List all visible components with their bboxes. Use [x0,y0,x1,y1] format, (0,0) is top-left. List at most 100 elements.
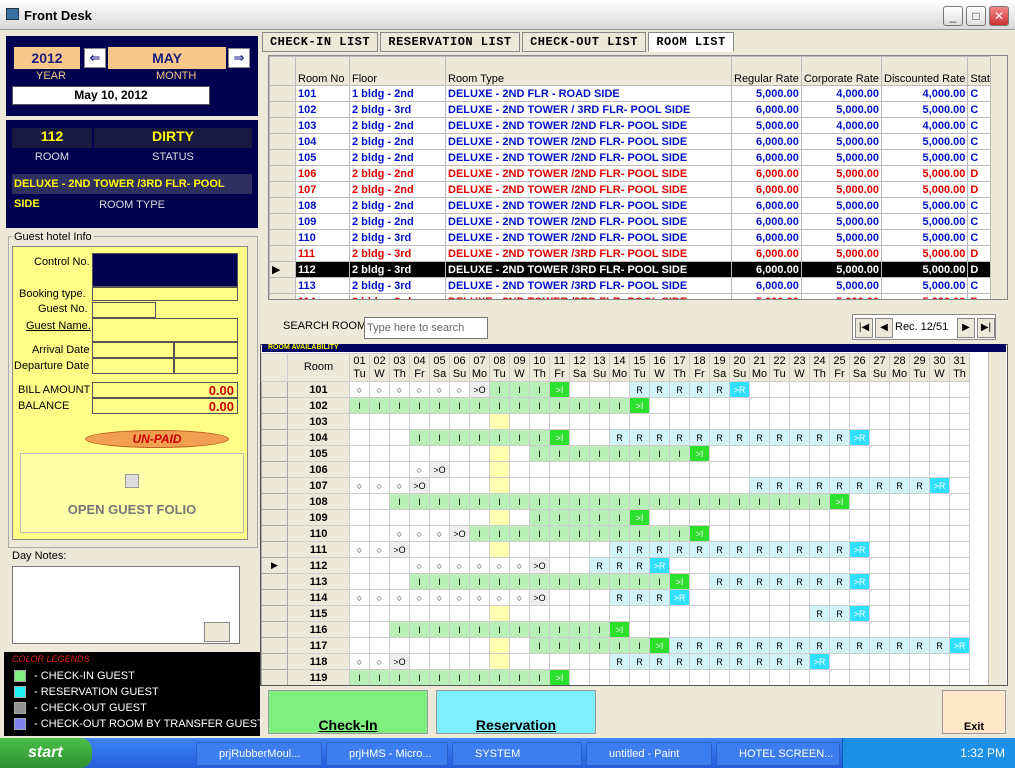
row-selector[interactable] [269,101,296,118]
availability-cell[interactable] [649,413,670,430]
control-no-field[interactable] [92,253,238,287]
availability-cell[interactable] [429,653,450,670]
room-row[interactable]: ▶ 112 2 bldg - 3rd DELUXE - 2ND TOWER /3RD … [269,261,1007,278]
availability-cell[interactable]: R [669,637,690,654]
availability-cell[interactable] [549,461,570,478]
availability-cell[interactable]: I [449,573,470,590]
availability-cell[interactable]: >R [849,429,870,446]
availability-cell[interactable] [709,589,730,606]
availability-cell[interactable]: I [369,669,390,685]
availability-cell[interactable] [769,589,790,606]
availability-cell[interactable] [809,557,830,574]
availability-room[interactable]: 107 [287,477,350,494]
availability-cell[interactable] [929,397,950,414]
availability-cell[interactable]: I [549,621,570,638]
availability-cell[interactable] [889,589,910,606]
availability-cell[interactable]: R [869,477,890,494]
availability-cell[interactable] [829,445,850,462]
cell-floor[interactable]: 1 bldg - 2nd [349,85,446,102]
availability-cell[interactable] [809,525,830,542]
availability-cell[interactable] [789,509,810,526]
availability-cell[interactable] [589,653,610,670]
availability-cell[interactable] [449,477,470,494]
availability-cell[interactable]: I [469,573,490,590]
availability-cell[interactable]: R [649,541,670,558]
availability-cell[interactable] [869,589,890,606]
availability-cell[interactable] [929,413,950,430]
availability-cell[interactable] [849,621,870,638]
availability-cell[interactable] [789,557,810,574]
availability-cell[interactable]: >R [669,589,690,606]
availability-cell[interactable]: I [669,445,690,462]
cell-room-no[interactable]: 103 [295,117,350,134]
availability-cell[interactable]: R [729,541,750,558]
cell-corporate-rate[interactable]: 5,000.00 [800,101,883,118]
availability-cell[interactable]: I [569,509,590,526]
availability-cell[interactable] [569,413,590,430]
availability-cell[interactable]: I [429,397,450,414]
availability-cell[interactable]: I [449,429,470,446]
availability-cell[interactable]: I [409,621,430,638]
availability-cell[interactable]: >R [849,573,870,590]
availability-cell[interactable] [949,541,970,558]
availability-cell[interactable] [929,445,950,462]
availability-cell[interactable] [909,397,930,414]
availability-cell[interactable] [389,509,410,526]
availability-cell[interactable] [749,509,770,526]
availability-row-selector[interactable] [261,493,288,510]
availability-cell[interactable] [449,413,470,430]
guest-no-field[interactable] [92,302,156,318]
availability-cell[interactable]: R [669,381,690,398]
availability-cell[interactable] [449,653,470,670]
availability-cell[interactable] [929,557,950,574]
availability-cell[interactable]: ○ [409,589,430,606]
availability-cell[interactable]: ○ [369,653,390,670]
cell-regular-rate[interactable]: 6,000.00 [731,101,802,118]
availability-cell[interactable]: R [589,557,610,574]
availability-cell[interactable] [509,653,530,670]
availability-cell[interactable] [829,669,850,685]
availability-cell[interactable] [689,557,710,574]
availability-row-selector[interactable] [261,541,288,558]
availability-cell[interactable]: R [649,589,670,606]
availability-cell[interactable]: I [649,573,670,590]
minimize-button[interactable]: _ [943,6,963,26]
availability-cell[interactable] [929,541,950,558]
availability-cell[interactable]: ○ [469,589,490,606]
availability-cell[interactable] [549,589,570,606]
availability-cell[interactable]: I [389,397,410,414]
availability-cell[interactable]: I [469,397,490,414]
availability-cell[interactable] [929,381,950,398]
availability-cell[interactable] [409,637,430,654]
availability-cell[interactable] [489,605,510,622]
availability-cell[interactable]: ○ [369,381,390,398]
availability-cell[interactable]: ○ [349,589,370,606]
availability-cell[interactable] [929,621,950,638]
availability-cell[interactable]: R [749,541,770,558]
availability-cell[interactable] [789,605,810,622]
col-room-no[interactable]: Room No [295,56,350,86]
cell-room-type[interactable]: DELUXE - 2ND TOWER /3RD FLR- POOL SIDE [445,277,732,294]
availability-cell[interactable] [949,413,970,430]
availability-cell[interactable] [529,413,550,430]
availability-cell[interactable] [889,493,910,510]
cell-floor[interactable]: 2 bldg - 2nd [349,197,446,214]
cell-room-type[interactable]: DELUXE - 2ND TOWER /2ND FLR- POOL SIDE [445,133,732,150]
availability-cell[interactable] [889,461,910,478]
availability-cell[interactable]: R [629,541,650,558]
availability-cell[interactable] [809,621,830,638]
row-selector[interactable] [269,277,296,294]
availability-cell[interactable] [569,557,590,574]
availability-cell[interactable] [469,445,490,462]
availability-cell[interactable]: >O [409,477,430,494]
availability-cell[interactable]: I [529,573,550,590]
availability-cell[interactable] [769,621,790,638]
availability-room[interactable]: 105 [287,445,350,462]
availability-cell[interactable] [389,461,410,478]
availability-cell[interactable] [589,669,610,685]
availability-row-selector[interactable] [261,509,288,526]
availability-cell[interactable] [509,445,530,462]
col-regular-rate[interactable]: Regular Rate [731,56,802,86]
availability-cell[interactable] [649,509,670,526]
availability-cell[interactable] [409,445,430,462]
